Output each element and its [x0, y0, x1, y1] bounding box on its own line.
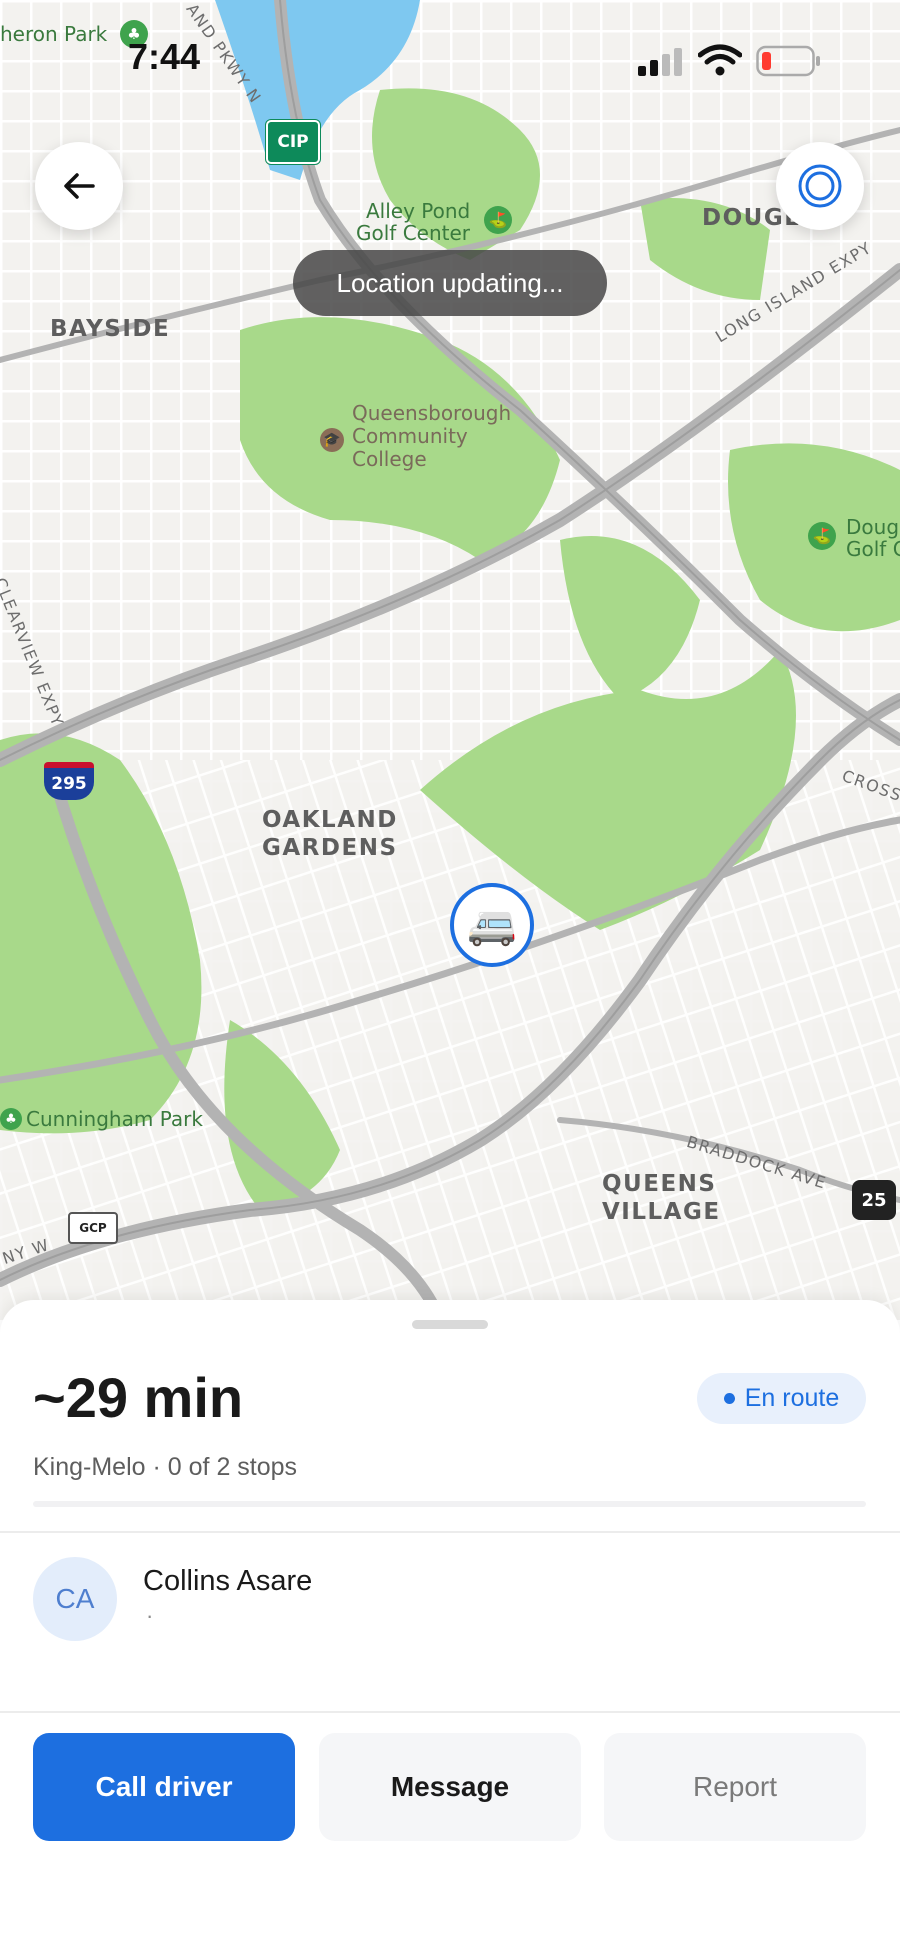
route-25-shield: 25	[852, 1180, 896, 1220]
battery-icon	[756, 45, 820, 77]
interstate-295-shield: 295	[44, 762, 94, 800]
wifi-icon	[698, 44, 742, 76]
cip-shield: CIP	[266, 120, 320, 164]
arrow-left-icon	[64, 173, 95, 199]
trip-subtitle: King-Melo · 0 of 2 stops	[33, 1453, 297, 1482]
status-badge-label: En route	[744, 1384, 840, 1412]
map-view[interactable]: BAYSIDE DOUGLAS OAKLAND GARDENS QUEENS V…	[0, 0, 900, 1320]
map-label-queens: QUEENS	[602, 1171, 717, 1197]
driver-name: Collins Asare	[143, 1565, 313, 1597]
map-label-college-1: Queensborough	[352, 401, 512, 425]
map-label-cunningham-park: Cunningham Park	[26, 1107, 203, 1131]
golf-icon: ⛳	[484, 206, 512, 234]
report-button[interactable]: Report	[604, 1733, 866, 1841]
driver-subtitle: ·	[146, 1603, 154, 1628]
call-driver-button[interactable]: Call driver	[33, 1733, 295, 1841]
map-label-bayside: BAYSIDE	[50, 316, 171, 342]
stops-progress-bar	[33, 1501, 866, 1507]
status-badge: En route	[697, 1373, 866, 1424]
location-toast: Location updating...	[293, 250, 607, 316]
map-label-village: VILLAGE	[602, 1199, 721, 1225]
minibus-icon: 🚐	[467, 903, 517, 947]
stops-count: 0 of 2 stops	[167, 1453, 298, 1481]
divider	[0, 1531, 900, 1533]
trip-sheet: ~29 min En route King-Melo · 0 of 2 stop…	[0, 1300, 900, 1950]
park-icon: ♣	[0, 1108, 22, 1130]
back-button[interactable]	[35, 142, 123, 230]
eta-text: ~29 min	[33, 1366, 244, 1429]
divider	[0, 1711, 900, 1713]
sheet-handle[interactable]	[412, 1320, 488, 1329]
separator: ·	[152, 1453, 168, 1481]
map-label-golf-2: Golf Center	[356, 221, 471, 245]
map-label-doug-1: Doug	[846, 515, 900, 539]
message-button[interactable]: Message	[319, 1733, 581, 1841]
gcp-shield: GCP	[68, 1212, 118, 1244]
college-icon: 🎓	[320, 428, 344, 452]
golf-icon: ⛳	[808, 522, 836, 550]
map-label-college-3: College	[352, 447, 427, 471]
status-bar: 7:44	[0, 0, 900, 110]
vehicle-marker[interactable]: 🚐	[450, 883, 534, 967]
map-label-college-2: Community	[352, 424, 468, 448]
status-dot-icon	[723, 1393, 735, 1404]
map-label-oakland: OAKLAND	[262, 807, 398, 833]
map-label-golf-1: Alley Pond	[366, 199, 471, 223]
driver-avatar: CA	[33, 1557, 117, 1641]
target-icon	[798, 164, 842, 208]
map-label-gardens: GARDENS	[262, 835, 398, 861]
status-time: 7:44	[128, 36, 201, 77]
map-label-doug-2: Golf C	[846, 537, 900, 561]
route-name: King-Melo	[33, 1453, 146, 1481]
cellular-signal-icon	[638, 48, 682, 76]
recenter-button[interactable]	[776, 142, 864, 230]
